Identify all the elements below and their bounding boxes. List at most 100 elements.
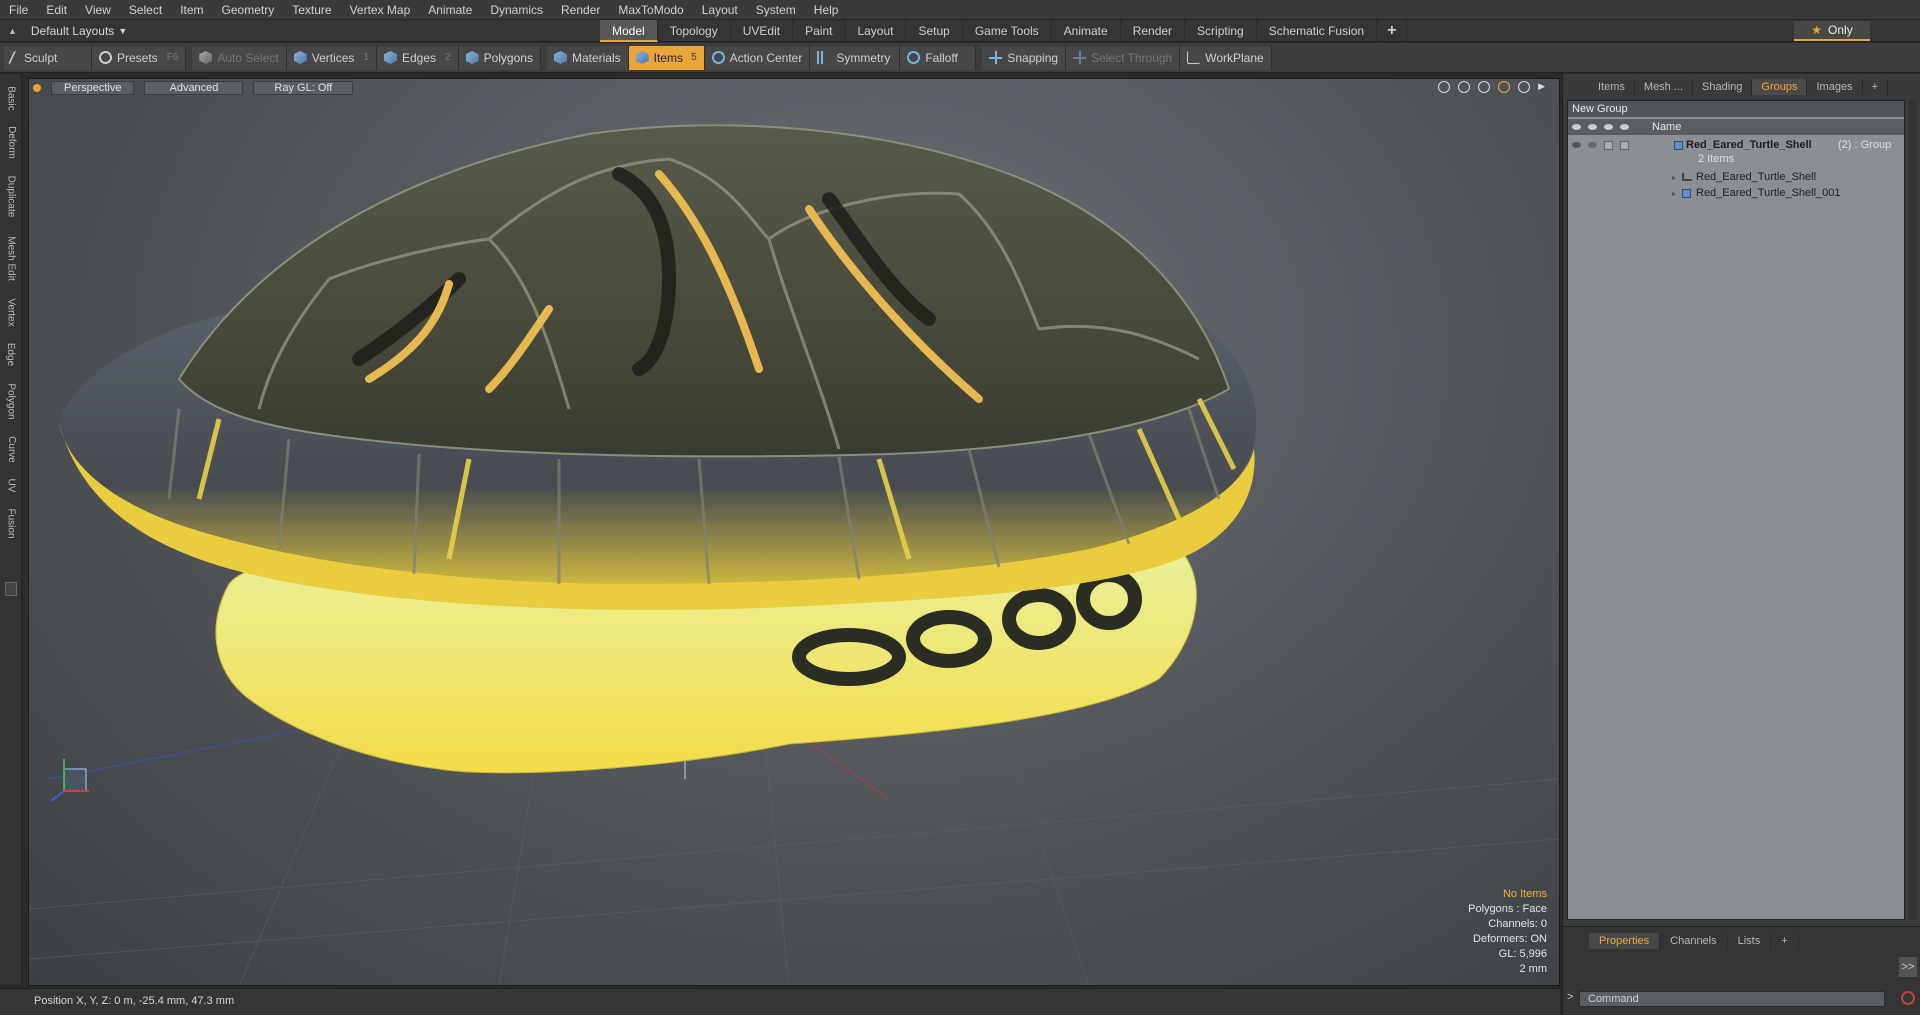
vertices-button[interactable]: Vertices 1 — [286, 45, 377, 70]
visibility-column-icon[interactable] — [1568, 119, 1584, 135]
shading-mode-button[interactable]: Advanced — [144, 81, 244, 95]
tab-game-tools[interactable]: Game Tools — [963, 20, 1052, 42]
gear-icon[interactable] — [1518, 81, 1531, 93]
symmetry-button[interactable]: Symmetry — [810, 45, 901, 70]
items-label: Items — [653, 50, 683, 65]
menu-system[interactable]: System — [747, 0, 805, 20]
only-button[interactable]: ★ Only — [1794, 21, 1870, 41]
layout-selector[interactable]: ▲ Default Layouts ▼ — [0, 20, 127, 42]
side-tab-vertex[interactable]: Vertex — [2, 292, 20, 332]
menu-help[interactable]: Help — [805, 0, 848, 20]
menu-vertex-map[interactable]: Vertex Map — [341, 0, 420, 20]
side-tab-deform[interactable]: Deform — [2, 120, 20, 164]
list-item[interactable]: ▸ Red_Eared_Turtle_Shell_001 — [1568, 185, 1904, 201]
expand-arrow-icon[interactable]: ▸ — [1672, 189, 1676, 198]
raygl-button[interactable]: Ray GL: Off — [253, 81, 354, 95]
tab-channels[interactable]: Channels — [1660, 933, 1728, 949]
menu-maxtomodo[interactable]: MaxToModo — [609, 0, 692, 20]
record-icon[interactable] — [1901, 991, 1915, 1005]
expand-arrow-icon[interactable]: ▸ — [1672, 173, 1676, 182]
lock-column-icon[interactable] — [1600, 119, 1616, 135]
menu-layout[interactable]: Layout — [693, 0, 747, 20]
menu-dynamics[interactable]: Dynamics — [481, 0, 552, 20]
side-panel-toggle[interactable] — [5, 582, 17, 596]
side-tab-polygon[interactable]: Polygon — [2, 376, 20, 426]
select-through-icon — [1073, 51, 1087, 64]
side-tab-edge[interactable]: Edge — [2, 336, 20, 372]
auto-select-label: Auto Select — [217, 50, 279, 65]
tab-lists[interactable]: Lists — [1728, 933, 1772, 949]
tab-scripting[interactable]: Scripting — [1185, 20, 1257, 42]
auto-select-button[interactable]: Auto Select — [192, 45, 287, 70]
child-item-name: Red_Eared_Turtle_Shell — [1696, 171, 1817, 183]
render-column-icon[interactable] — [1584, 119, 1600, 135]
side-tab-fusion[interactable]: Fusion — [2, 502, 20, 544]
list-scrollbar[interactable] — [1909, 100, 1917, 920]
expand-arrow-icon[interactable]: ▶ — [1538, 81, 1545, 93]
tab-groups[interactable]: Groups — [1752, 79, 1808, 95]
new-group-button[interactable]: New Group — [1568, 101, 1904, 117]
zoom-icon[interactable] — [1478, 81, 1491, 93]
workplane-button[interactable]: WorkPlane — [1180, 45, 1272, 70]
menu-item[interactable]: Item — [171, 0, 212, 20]
expand-properties-button[interactable]: >> — [1899, 957, 1917, 977]
menu-edit[interactable]: Edit — [37, 0, 76, 20]
viewport-scene[interactable] — [29, 79, 1560, 986]
edges-button[interactable]: Edges 2 — [376, 45, 459, 70]
tab-render[interactable]: Render — [1121, 20, 1186, 42]
falloff-button[interactable]: Falloff — [900, 45, 977, 70]
info-polygons: Polygons : Face — [1468, 903, 1547, 915]
viewport-nav-icons: ▶ — [1438, 81, 1545, 93]
items-button[interactable]: Items 5 — [628, 45, 705, 70]
tab-items[interactable]: Items — [1589, 79, 1635, 95]
action-center-button[interactable]: Action Center — [704, 45, 811, 70]
tab-topology[interactable]: Topology — [658, 20, 731, 42]
side-tab-curve[interactable]: Curve — [2, 430, 20, 468]
tab-schematic-fusion[interactable]: Schematic Fusion — [1257, 20, 1378, 42]
side-tab-uv[interactable]: UV — [2, 472, 20, 498]
polygons-button[interactable]: Polygons — [458, 45, 541, 70]
menu-texture[interactable]: Texture — [283, 0, 340, 20]
tab-animate[interactable]: Animate — [1052, 20, 1121, 42]
snapping-button[interactable]: Snapping — [982, 45, 1067, 70]
3d-viewport[interactable]: Perspective Advanced Ray GL: Off ▶ No It… — [28, 78, 1560, 986]
menu-render[interactable]: Render — [552, 0, 609, 20]
edit-view-icon[interactable] — [1498, 81, 1511, 93]
workplane-label: WorkPlane — [1205, 50, 1264, 65]
select-through-button[interactable]: Select Through — [1066, 45, 1181, 70]
menu-view[interactable]: View — [76, 0, 120, 20]
presets-button[interactable]: Presets F6 — [92, 45, 187, 70]
rotate-icon[interactable] — [1458, 81, 1471, 93]
add-properties-tab-button[interactable]: + — [1771, 933, 1799, 949]
viewport-menu-icon[interactable] — [33, 84, 41, 92]
tab-uvedit[interactable]: UVEdit — [731, 20, 794, 42]
command-input[interactable]: Command — [1579, 991, 1885, 1007]
side-tab-duplicate[interactable]: Duplicate — [2, 168, 20, 224]
materials-button[interactable]: Materials — [546, 45, 629, 70]
sculpt-button[interactable]: Sculpt — [4, 45, 92, 70]
menu-animate[interactable]: Animate — [419, 0, 481, 20]
auto-select-icon — [199, 51, 213, 64]
menu-file[interactable]: File — [0, 0, 37, 20]
menu-geometry[interactable]: Geometry — [213, 0, 284, 20]
tab-layout[interactable]: Layout — [845, 20, 907, 42]
polygons-icon — [465, 51, 479, 64]
view-mode-button[interactable]: Perspective — [51, 81, 135, 95]
tab-images[interactable]: Images — [1807, 79, 1863, 95]
tab-setup[interactable]: Setup — [906, 20, 963, 42]
collapse-icon[interactable]: ▲ — [8, 26, 17, 36]
tab-model[interactable]: Model — [600, 20, 658, 42]
side-tab-basic[interactable]: Basic — [2, 80, 20, 116]
side-tab-mesh-edit[interactable]: Mesh Edit — [2, 228, 20, 288]
tab-mesh[interactable]: Mesh ... — [1635, 79, 1694, 95]
tab-paint[interactable]: Paint — [793, 20, 846, 42]
tab-shading[interactable]: Shading — [1693, 79, 1753, 95]
add-tab-button[interactable]: + — [1863, 79, 1888, 95]
list-item[interactable]: ▸ Red_Eared_Turtle_Shell — [1568, 169, 1904, 185]
select-column-icon[interactable] — [1616, 119, 1632, 135]
add-layout-tab-button[interactable]: + — [1377, 20, 1408, 42]
pan-icon[interactable] — [1438, 81, 1451, 93]
tab-properties[interactable]: Properties — [1589, 933, 1661, 949]
menu-select[interactable]: Select — [120, 0, 171, 20]
properties-tabs: Properties Channels Lists + — [1589, 933, 1799, 949]
